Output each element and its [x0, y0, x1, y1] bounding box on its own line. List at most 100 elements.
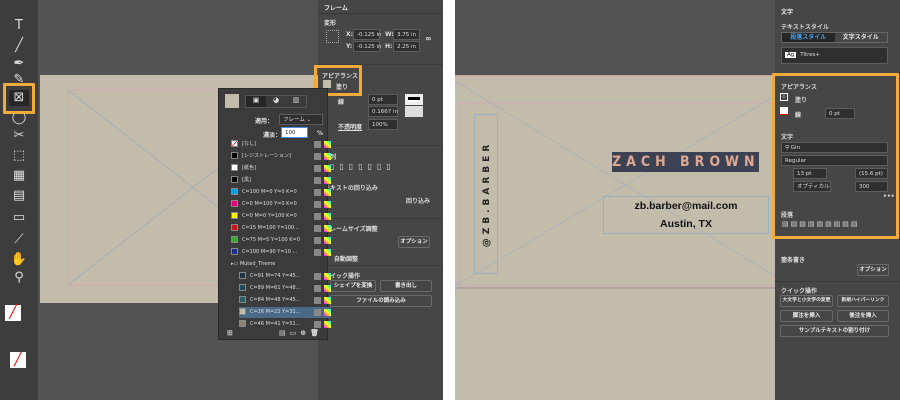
- stroke-type[interactable]: [405, 94, 423, 105]
- zoom-tool-icon[interactable]: ⚲: [9, 270, 29, 286]
- swatches-tab[interactable]: ▣: [246, 96, 266, 107]
- color-mode-icon: [314, 201, 321, 208]
- color-tab[interactable]: ◕: [266, 96, 286, 107]
- hand-tool-icon[interactable]: ✋: [9, 252, 29, 268]
- apply-label: 適用：: [255, 118, 274, 125]
- gradient-tool-icon[interactable]: ▦: [9, 168, 29, 184]
- new-hyperlink-button[interactable]: 新規ハイパーリンク: [837, 295, 889, 307]
- swatch-item[interactable]: [紙色]: [231, 163, 331, 174]
- swatch-item[interactable]: C=0 M=100 Y=0 K=0: [231, 199, 331, 210]
- swatch-item[interactable]: [レジストレーション]: [231, 151, 331, 162]
- eyedropper-tool-icon[interactable]: ⟋: [9, 232, 29, 248]
- gradient-feather-tool-icon[interactable]: ▤: [9, 188, 29, 204]
- swatch-item[interactable]: [黒]: [231, 175, 331, 186]
- fill-swatch-icon[interactable]: ╱: [5, 305, 21, 321]
- swatch-group-muted-theme[interactable]: ▸▭ Muted_Theme: [231, 259, 331, 270]
- cmyk-icon: [324, 213, 331, 220]
- swatch-item[interactable]: C=75 M=5 Y=100 K=0: [231, 235, 331, 246]
- swatch-color-icon: [231, 152, 238, 159]
- options-button[interactable]: オプション: [857, 264, 889, 276]
- tint-field[interactable]: 100: [281, 127, 308, 138]
- text-style-title: テキストスタイル: [781, 24, 829, 31]
- corner-field[interactable]: 0.1667 in: [368, 106, 398, 117]
- note-tool-icon[interactable]: ▭: [9, 210, 29, 226]
- gradient-tab[interactable]: ▥: [286, 96, 306, 107]
- options-button[interactable]: オプション: [398, 236, 430, 248]
- swatch-actions-icon[interactable]: ▤▭⊕🗑: [279, 329, 323, 337]
- swatch-color-icon: [239, 296, 246, 303]
- auto-fit-checkbox[interactable]: 自動調整: [334, 254, 358, 263]
- y-field[interactable]: -0.125 in: [353, 41, 382, 52]
- bullets-title: 箇条書き: [781, 257, 806, 264]
- apply-none-icon[interactable]: ╱: [10, 352, 26, 368]
- swatch-item[interactable]: C=91 M=74 Y=45...: [239, 271, 331, 282]
- swatch-name: C=100 M=90 Y=10 ...: [242, 249, 298, 255]
- swatch-item[interactable]: C=84 M=48 Y=45...: [239, 295, 331, 306]
- swatch-item[interactable]: C=89 M=61 Y=48...: [239, 283, 331, 294]
- card-handle[interactable]: @ZB.BARBER: [474, 114, 498, 274]
- divider: [443, 0, 455, 400]
- card-name[interactable]: ZACH BROWN: [612, 152, 759, 172]
- paragraph-style-tab[interactable]: 段落スタイル: [782, 33, 835, 42]
- folder-icon: ▸▭: [231, 261, 240, 267]
- swatch-item[interactable]: C=100 M=0 Y=0 K=0: [231, 187, 331, 198]
- wrap-checkbox[interactable]: 回り込み: [406, 196, 430, 205]
- swatch-color-icon: [231, 248, 238, 255]
- tint-label: 濃淡：: [263, 132, 282, 139]
- swatch-name: [なし]: [242, 141, 256, 147]
- opacity-label: 不透明度: [338, 124, 363, 131]
- free-transform-tool-icon[interactable]: ⬚: [9, 148, 29, 164]
- export-button[interactable]: 書き出し: [380, 280, 432, 292]
- reference-point-icon[interactable]: [326, 30, 339, 43]
- cmyk-icon: [324, 237, 331, 244]
- style-value: Titres+: [800, 52, 821, 58]
- stroke-weight-field[interactable]: 0 pt: [368, 94, 398, 105]
- h-field[interactable]: 2.25 in: [393, 41, 420, 52]
- cmyk-icon: [324, 201, 331, 208]
- text-wrap-title: テキストの回り込み: [324, 185, 378, 192]
- swatch-color-icon: [231, 212, 238, 219]
- new-swatch-icon[interactable]: ⊞: [227, 329, 233, 337]
- y-label: Y:: [346, 43, 353, 50]
- insert-footnote-button[interactable]: 脚注を挿入: [780, 310, 833, 322]
- swatch-item[interactable]: C=100 M=90 Y=10 ...: [231, 247, 331, 258]
- color-mode-icon: [314, 177, 321, 184]
- stroke-label: 線: [338, 99, 345, 106]
- style-preview-icon: Ag: [785, 52, 797, 58]
- swatch-mode-tabs: ▣ ◕ ▥: [245, 95, 307, 108]
- link-icon[interactable]: ∞: [425, 34, 432, 43]
- swatch-color-icon: [231, 236, 238, 243]
- pen-tool-icon[interactable]: ✒: [9, 56, 29, 72]
- style-dropdown[interactable]: Ag Titres+: [781, 47, 888, 64]
- swatch-item[interactable]: [なし]: [231, 139, 331, 150]
- swatch-item[interactable]: C=0 M=0 Y=100 K=0: [231, 211, 331, 222]
- change-case-button[interactable]: 大文字と小文字の変更: [780, 295, 833, 307]
- convert-shape-button[interactable]: シェイプを変換: [330, 280, 376, 292]
- swatch-color-icon: [231, 200, 238, 207]
- fill-placeholder-text-button[interactable]: サンプルテキストの割り付け: [780, 325, 889, 337]
- character-style-tab[interactable]: 文字スタイル: [835, 33, 888, 42]
- scissors-tool-icon[interactable]: ✂: [9, 128, 29, 144]
- color-mode-icon: [314, 225, 321, 232]
- swatch-item[interactable]: C=15 M=100 Y=100...: [231, 223, 331, 234]
- x-label: X:: [346, 31, 354, 38]
- card-email: zb.barber@mail.com: [634, 200, 738, 212]
- x-field[interactable]: -0.125 in: [353, 29, 382, 40]
- w-field[interactable]: 3.75 in: [393, 29, 420, 40]
- corner-shape[interactable]: [405, 106, 423, 117]
- color-mode-icon: [314, 141, 321, 148]
- line-tool-icon[interactable]: ╱: [9, 38, 29, 54]
- align-buttons[interactable]: ▯▯▯▯▯▯▯: [330, 162, 396, 171]
- insert-endnote-button[interactable]: 後注を挿入: [837, 310, 889, 322]
- apply-dropdown[interactable]: フレーム ⌄: [279, 114, 323, 125]
- type-tool-icon[interactable]: T: [9, 18, 29, 34]
- swatch-color-icon: [231, 164, 238, 171]
- style-tabs: 段落スタイル 文字スタイル: [781, 32, 888, 43]
- opacity-field[interactable]: 100%: [368, 119, 398, 130]
- color-mode-icon: [314, 297, 321, 304]
- swatch-item[interactable]: C=26 M=22 Y=31...: [239, 307, 331, 318]
- contact-frame[interactable]: zb.barber@mail.com Austin, TX: [603, 196, 769, 234]
- cmyk-icon: [324, 273, 331, 280]
- cmyk-icon: [324, 165, 331, 172]
- place-file-button[interactable]: ファイルの読み込み: [330, 295, 432, 307]
